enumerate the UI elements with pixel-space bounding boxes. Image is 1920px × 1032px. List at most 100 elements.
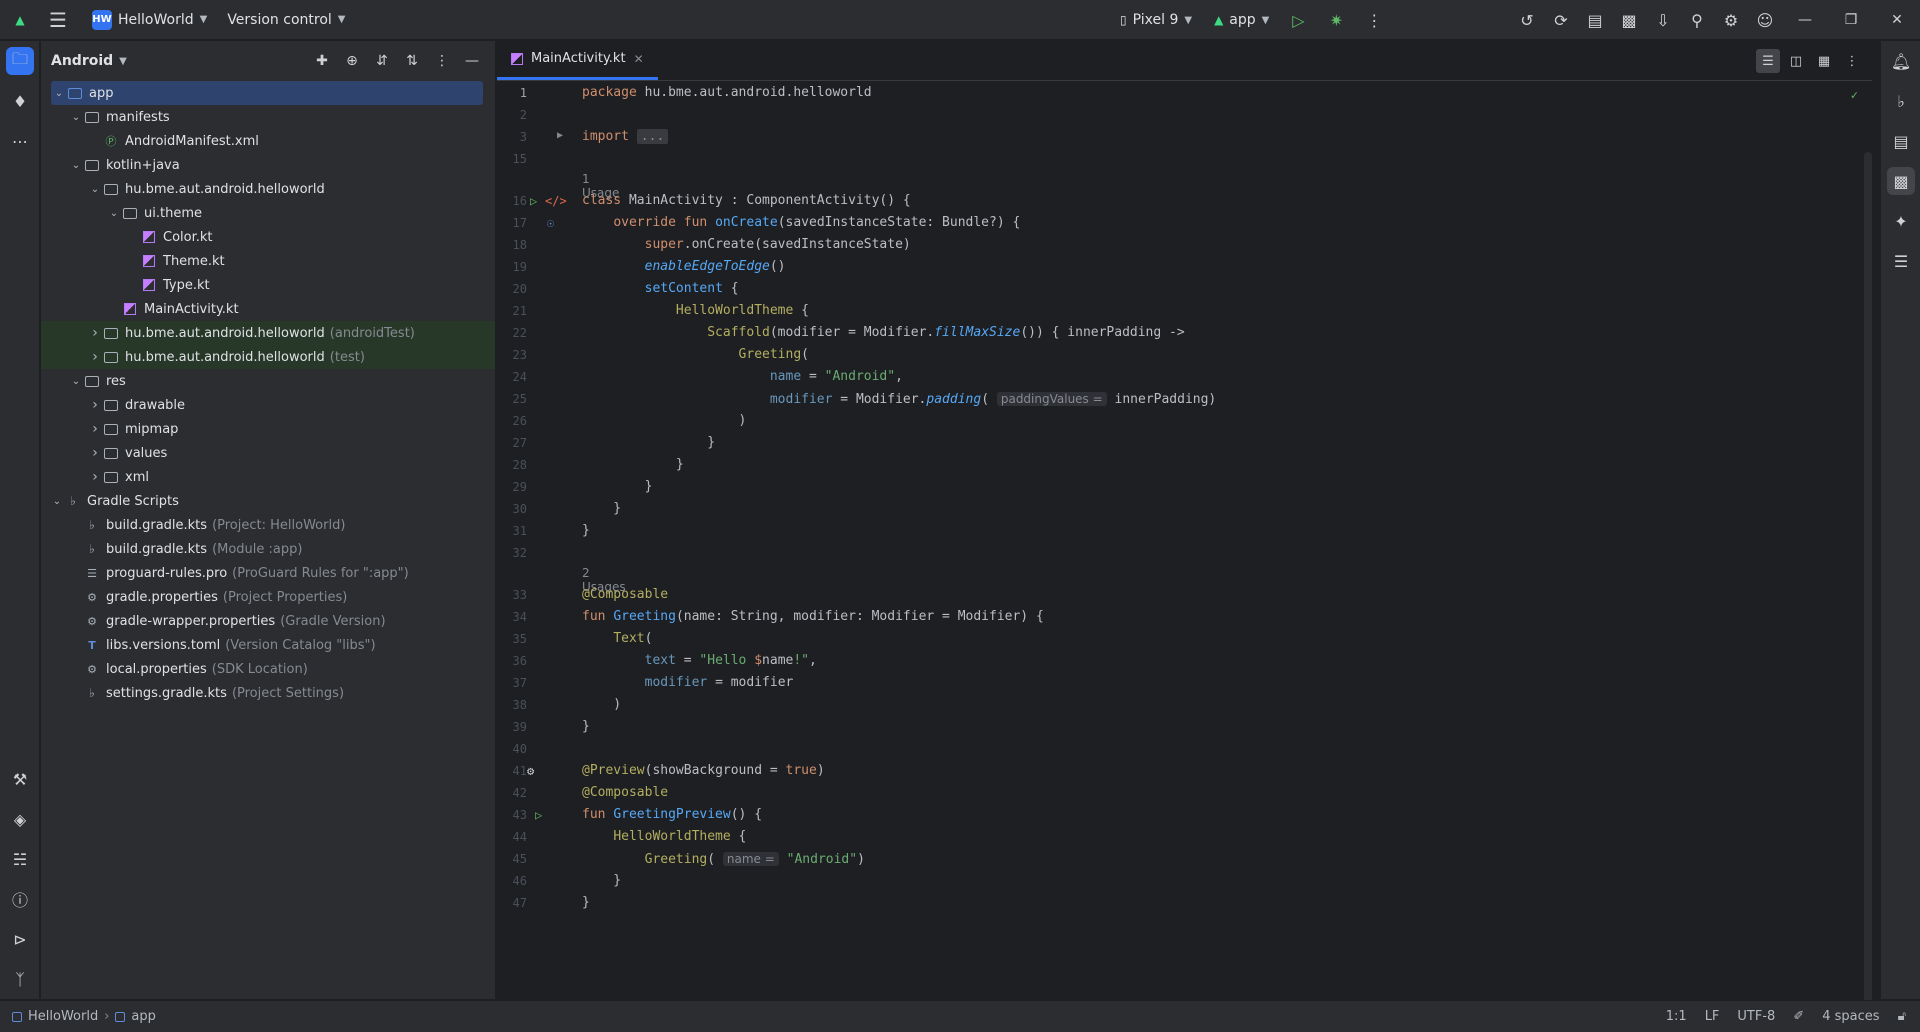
code-view-icon[interactable]: ☰: [1756, 49, 1780, 73]
preview-settings-gear-icon[interactable]: ⚙: [527, 764, 534, 778]
device-file-explorer-button[interactable]: ▤: [1881, 121, 1920, 161]
view-selector[interactable]: Android ▼: [51, 53, 127, 69]
chevron-down-icon[interactable]: ⌄: [87, 184, 103, 195]
preview-run-icon[interactable]: ▷: [535, 808, 542, 822]
file-encoding[interactable]: UTF-8: [1737, 1009, 1775, 1024]
build-tool-button[interactable]: ⚒: [0, 759, 40, 799]
search-icon[interactable]: ⚲: [1680, 3, 1714, 37]
more-tools-button[interactable]: ⋯: [0, 121, 40, 161]
gradle-tool-button[interactable]: ♭: [1881, 81, 1920, 121]
chevron-down-icon[interactable]: ⌄: [68, 112, 84, 123]
add-file-icon[interactable]: ✚: [309, 48, 335, 74]
split-view-icon[interactable]: ◫: [1784, 49, 1808, 73]
tree-item[interactable]: › values: [41, 441, 495, 465]
tree-item[interactable]: ⌄ ♭ Gradle Scripts: [41, 489, 495, 513]
chevron-down-icon[interactable]: ⌄: [68, 160, 84, 171]
running-devices-button[interactable]: ▩: [1881, 161, 1920, 201]
close-window-icon[interactable]: ✕: [1874, 0, 1920, 40]
tree-item[interactable]: ⚙ gradle-wrapper.properties (Gradle Versio…: [41, 609, 495, 633]
tree-item[interactable]: ⌄ kotlin+java: [41, 153, 495, 177]
expand-all-icon[interactable]: ⇵: [369, 48, 395, 74]
tree-item[interactable]: ♭ settings.gradle.kts (Project Settings): [41, 681, 495, 705]
tree-item[interactable]: ⌄ app: [51, 81, 483, 105]
tree-item[interactable]: ⚙ local.properties (SDK Location): [41, 657, 495, 681]
override-method-icon[interactable]: ☉: [547, 216, 554, 230]
structure-button[interactable]: ☰: [1881, 241, 1920, 281]
run-gutter-icon[interactable]: ▷: [530, 194, 537, 208]
settings-gear-icon[interactable]: ⚙: [1714, 3, 1748, 37]
notifications-button[interactable]: 🔔︎: [1881, 41, 1920, 81]
terminal-button[interactable]: ⊳: [0, 919, 40, 959]
tree-item[interactable]: MainActivity.kt: [41, 297, 495, 321]
code-area[interactable]: ✓ 1 2 3 15 16 17 18 19 20 21 22 23 24 25…: [497, 82, 1881, 1032]
tree-item[interactable]: ⌄ manifests: [41, 105, 495, 129]
indent-setting[interactable]: 4 spaces: [1822, 1009, 1879, 1024]
run-config-selector[interactable]: ▲ app ▼: [1206, 12, 1277, 28]
lock-icon[interactable]: 🔓︎: [1898, 1009, 1906, 1024]
sync-project-icon[interactable]: ↺: [1510, 3, 1544, 37]
main-menu-icon[interactable]: ☰: [40, 0, 76, 40]
tree-item[interactable]: › mipmap: [41, 417, 495, 441]
minimize-icon[interactable]: —: [1782, 0, 1828, 40]
tree-item[interactable]: Color.kt: [41, 225, 495, 249]
run-icon[interactable]: ▷: [1281, 3, 1315, 37]
device-selector[interactable]: ▯ Pixel 9 ▼: [1110, 12, 1202, 28]
tree-item[interactable]: › drawable: [41, 393, 495, 417]
device-manager-icon[interactable]: ▩: [1612, 3, 1646, 37]
close-tab-icon[interactable]: ✕: [634, 52, 644, 66]
chevron-right-icon[interactable]: ›: [87, 469, 103, 485]
vertical-scrollbar[interactable]: [1864, 152, 1872, 1032]
caret-position[interactable]: 1:1: [1666, 1009, 1687, 1024]
crumb-module[interactable]: app: [131, 1009, 155, 1024]
apply-changes-icon[interactable]: ⟳: [1544, 3, 1578, 37]
chevron-down-icon[interactable]: ⌄: [68, 376, 84, 387]
gemini-button[interactable]: ✦: [1881, 201, 1920, 241]
more-actions-icon[interactable]: ⋮: [1357, 3, 1391, 37]
tree-item[interactable]: ⚙ gradle.properties (Project Properties): [41, 585, 495, 609]
chevron-right-icon[interactable]: ›: [87, 445, 103, 461]
layout-inspector-icon[interactable]: ▤: [1578, 3, 1612, 37]
tree-item[interactable]: ⌄ hu.bme.aut.android.helloworld: [41, 177, 495, 201]
sdk-manager-icon[interactable]: ⇩: [1646, 3, 1680, 37]
debug-icon[interactable]: ✷: [1319, 3, 1353, 37]
account-icon[interactable]: ☺: [1748, 3, 1782, 37]
tree-item[interactable]: Theme.kt: [41, 249, 495, 273]
tree-item[interactable]: Ⓟ AndroidManifest.xml: [41, 129, 495, 153]
line-separator[interactable]: LF: [1705, 1009, 1720, 1024]
app-quality-button[interactable]: ◈: [0, 799, 40, 839]
chevron-right-icon[interactable]: ›: [87, 421, 103, 437]
tree-item[interactable]: › xml: [41, 465, 495, 489]
chevron-down-icon[interactable]: ⌄: [106, 208, 122, 219]
tree-item[interactable]: ♭ build.gradle.kts (Module :app): [41, 537, 495, 561]
compose-code-icon[interactable]: </>: [545, 194, 567, 208]
tree-item[interactable]: Type.kt: [41, 273, 495, 297]
chevron-right-icon[interactable]: ›: [87, 349, 103, 365]
tree-item[interactable]: › hu.bme.aut.android.helloworld (test): [41, 345, 495, 369]
hide-panel-icon[interactable]: —: [459, 48, 485, 74]
tree-item[interactable]: Tlibs.versions.toml (Version Catalog "lib…: [41, 633, 495, 657]
chevron-right-icon[interactable]: ›: [87, 325, 103, 341]
resource-manager-button[interactable]: ♦: [0, 81, 40, 121]
fold-expand-icon[interactable]: ▶: [557, 130, 563, 141]
logcat-button[interactable]: ☵: [0, 839, 40, 879]
code-style-icon[interactable]: ✐: [1793, 1009, 1804, 1024]
chevron-right-icon[interactable]: ›: [87, 397, 103, 413]
locate-file-icon[interactable]: ⊕: [339, 48, 365, 74]
restore-icon[interactable]: ❐: [1828, 0, 1874, 40]
editor-options-icon[interactable]: ⋮: [1840, 49, 1864, 73]
chevron-down-icon[interactable]: ⌄: [51, 88, 67, 99]
tree-item[interactable]: ⌄ res: [41, 369, 495, 393]
tree-item[interactable]: ☰ proguard-rules.pro (ProGuard Rules for "…: [41, 561, 495, 585]
crumb-project[interactable]: HelloWorld: [28, 1009, 98, 1024]
chevron-down-icon[interactable]: ⌄: [49, 496, 65, 507]
tree-item[interactable]: ⌄ ui.theme: [41, 201, 495, 225]
options-icon[interactable]: ⋮: [429, 48, 455, 74]
tree-item[interactable]: ♭ build.gradle.kts (Project: HelloWorld): [41, 513, 495, 537]
vcs-widget[interactable]: Version control ▼: [217, 12, 355, 28]
problems-button[interactable]: ⓘ: [0, 879, 40, 919]
no-problems-check-icon[interactable]: ✓: [1851, 88, 1858, 102]
project-widget[interactable]: HW HelloWorld ▼: [82, 6, 217, 34]
tree-item[interactable]: › hu.bme.aut.android.helloworld (androidTe…: [41, 321, 495, 345]
tab-mainactivity[interactable]: MainActivity.kt ✕: [497, 40, 658, 80]
design-view-icon[interactable]: ▦: [1812, 49, 1836, 73]
